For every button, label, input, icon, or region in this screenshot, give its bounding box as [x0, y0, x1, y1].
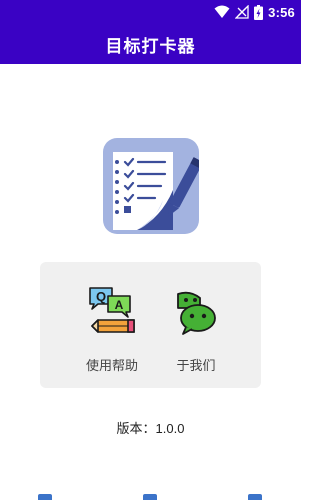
svg-text:Q: Q [96, 289, 106, 304]
about-us-label: 于我们 [176, 358, 216, 373]
wechat-icon [177, 291, 216, 335]
battery-icon [254, 4, 264, 20]
bottom-nav-edge [0, 494, 301, 500]
bottom-nav-mark [143, 494, 157, 500]
qa-chat-pencil-icon: Q A [89, 287, 135, 333]
version-text: 版本：1.0.0 [116, 421, 185, 436]
menu-card: Q A 使用帮助 于我们 [40, 262, 261, 388]
wifi-icon [214, 5, 230, 18]
page-title: 目标打卡器 [105, 36, 196, 56]
svg-text:A: A [115, 298, 124, 312]
status-icons: 3:56 [214, 0, 295, 24]
app-bar: 目标打卡器 [0, 24, 301, 64]
help-label: 使用帮助 [85, 358, 138, 373]
about-us-button[interactable]: 于我们 [146, 282, 246, 378]
app-logo [103, 138, 199, 234]
bottom-nav-mark [248, 494, 262, 500]
status-bar: 3:56 [0, 0, 301, 24]
notebook-pencil-icon [113, 152, 199, 230]
signal-icon [235, 5, 249, 19]
status-time: 3:56 [268, 4, 295, 20]
help-button[interactable]: Q A 使用帮助 [72, 282, 152, 378]
bottom-nav-mark [38, 494, 52, 500]
